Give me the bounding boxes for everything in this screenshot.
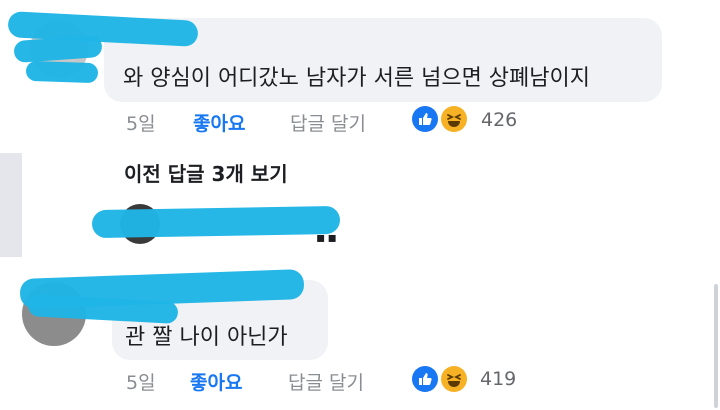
redaction-scribble [91, 205, 341, 239]
redaction-scribble [13, 34, 103, 64]
comment-time[interactable]: 5일 [126, 109, 156, 136]
like-button[interactable]: 좋아요 [190, 368, 242, 395]
like-reaction-icon[interactable] [412, 106, 438, 132]
haha-reaction-icon[interactable] [441, 366, 467, 392]
reply-button[interactable]: 답글 달기 [290, 109, 366, 136]
thread-line [0, 153, 22, 257]
redaction-scribble [25, 60, 99, 84]
comment-text: 관 짤 나이 아닌가 [125, 325, 288, 350]
comment-time[interactable]: 5일 [126, 368, 156, 395]
scrollbar[interactable] [714, 284, 718, 408]
comment-text: 와 양심이 어디갔노 남자가 서른 넘으면 상폐남이지 [123, 66, 591, 91]
reaction-count[interactable]: 419 [480, 368, 516, 390]
haha-reaction-icon[interactable] [441, 106, 467, 132]
view-previous-replies-link[interactable]: 이전 답글 3개 보기 [124, 158, 288, 187]
reply-button[interactable]: 답글 달기 [288, 368, 364, 395]
hidden-reply-indicator: ▪▪ [316, 230, 339, 246]
like-button[interactable]: 좋아요 [193, 109, 245, 136]
like-reaction-icon[interactable] [412, 366, 438, 392]
reaction-count[interactable]: 426 [481, 109, 517, 131]
